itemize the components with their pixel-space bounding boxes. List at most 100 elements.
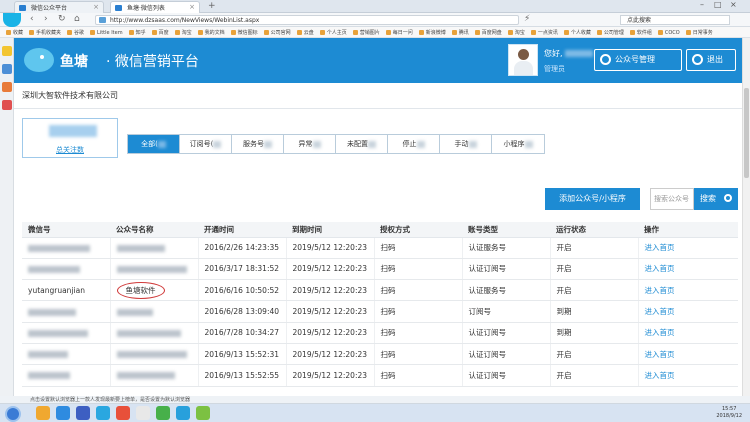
logout-button[interactable]: 退出 — [686, 49, 736, 71]
filter-tab-count — [468, 140, 477, 148]
cell-type: 认证订阅号 — [462, 322, 551, 344]
redacted-text — [28, 244, 90, 252]
redacted-text — [28, 265, 80, 273]
address-bar[interactable]: http://www.dzsaas.com/NewViews/WebinList… — [95, 15, 519, 25]
browser-tab-bar: 微信公众平台 × 鱼塘·微信列表 × + – □ × — [0, 0, 750, 13]
bookmark-item[interactable]: 营销图片 — [353, 28, 380, 37]
enter-home-link[interactable]: 进入首页 — [645, 350, 675, 359]
bookmark-item[interactable]: 个人主页 — [320, 28, 347, 37]
filter-tab-count — [213, 140, 222, 148]
app-icon[interactable] — [56, 406, 70, 420]
app-icon[interactable] — [76, 406, 90, 420]
app-icon[interactable] — [196, 406, 210, 420]
bookmark-item[interactable]: 日常事务 — [686, 28, 713, 37]
cell-open: 2016/6/28 13:09:40 — [198, 300, 287, 323]
bookmark-item[interactable]: 云盘 — [297, 28, 314, 37]
mail-icon[interactable] — [2, 82, 12, 92]
refresh-icon[interactable]: ↻ — [58, 14, 66, 24]
explorer-icon[interactable] — [36, 406, 50, 420]
search-input[interactable]: 搜索公众号 — [650, 188, 694, 210]
bookmark-item[interactable]: 收藏 — [6, 28, 23, 37]
enter-home-link[interactable]: 进入首页 — [645, 286, 675, 295]
cell-auth: 扫码 — [374, 343, 463, 366]
column-header: 授权方式 — [374, 222, 462, 238]
bookmark-item[interactable]: 手机收藏夹 — [29, 28, 61, 37]
start-button[interactable] — [5, 406, 21, 422]
avatar[interactable] — [508, 44, 538, 76]
filter-tab-3[interactable]: 异常 — [284, 135, 336, 153]
browser-tab-2[interactable]: 鱼塘·微信列表 × — [110, 1, 200, 13]
favorites-icon[interactable] — [2, 46, 12, 56]
forward-icon[interactable]: › — [44, 14, 48, 24]
new-tab-button[interactable]: + — [208, 1, 216, 11]
page-scrollbar[interactable] — [742, 38, 750, 396]
cell-type: 认证订阅号 — [462, 343, 551, 366]
enter-home-link[interactable]: 进入首页 — [645, 243, 675, 252]
bookmark-item[interactable]: 百度网盘 — [475, 28, 502, 37]
filter-tab-count — [157, 140, 166, 148]
enter-home-link[interactable]: 进入首页 — [645, 371, 675, 380]
home-icon[interactable]: ⌂ — [74, 14, 80, 24]
total-followers-card[interactable]: 总关注数 — [22, 118, 118, 158]
bookmark-item[interactable]: 我的文档 — [198, 28, 225, 37]
notes-icon[interactable] — [2, 64, 12, 74]
filter-tab-1[interactable]: 订阅号( — [180, 135, 232, 153]
app-icon[interactable] — [176, 406, 190, 420]
app-icon[interactable] — [116, 406, 130, 420]
video-icon[interactable] — [2, 100, 12, 110]
filter-tab-label: 全部( — [141, 140, 158, 148]
browser-search-box[interactable]: 点此搜索 — [620, 15, 730, 25]
filter-tab-7[interactable]: 小程序 — [492, 135, 544, 153]
bookmark-item[interactable]: 谷歌 — [67, 28, 84, 37]
bookmark-item[interactable]: 软件组 — [630, 28, 652, 37]
search-button[interactable]: 搜索 — [694, 188, 738, 210]
redacted-text — [116, 308, 153, 316]
bookmark-item[interactable]: 微信图标 — [231, 28, 258, 37]
wechat-icon[interactable] — [156, 406, 170, 420]
enter-home-link[interactable]: 进入首页 — [645, 328, 675, 337]
bookmark-item[interactable]: 个人收藏 — [564, 28, 591, 37]
clock[interactable]: 15:57 2018/9/12 — [716, 406, 742, 420]
close-window-icon[interactable]: × — [730, 0, 737, 9]
filter-tab-0[interactable]: 全部( — [128, 135, 180, 153]
maximize-icon[interactable]: □ — [714, 0, 722, 9]
bookmark-item[interactable]: 公司官网 — [264, 28, 291, 37]
bookmark-item[interactable]: 知乎 — [129, 28, 146, 37]
filter-tab-4[interactable]: 未配置 — [336, 135, 388, 153]
bookmark-item[interactable]: 淘宝 — [175, 28, 192, 37]
lightning-icon[interactable]: ⚡ — [524, 14, 530, 24]
close-tab-icon[interactable]: × — [189, 3, 195, 11]
cell-auth: 扫码 — [374, 322, 463, 344]
app-icon[interactable] — [136, 406, 150, 420]
cell-wx — [22, 343, 111, 366]
table-row: 2016/7/28 10:34:27 2019/5/12 12:20:23 扫码 认证… — [22, 322, 738, 344]
manage-accounts-button[interactable]: 公众号管理 — [594, 49, 682, 71]
bookmark-item[interactable]: 腾讯 — [452, 28, 469, 37]
scrollbar-thumb[interactable] — [744, 88, 749, 178]
filter-tab-5[interactable]: 停止 — [388, 135, 440, 153]
bookmark-item[interactable]: 每日一问 — [386, 28, 413, 37]
bookmark-item[interactable]: 新浪微博 — [419, 28, 446, 37]
cell-op: 进入首页 — [638, 279, 738, 302]
bookmark-item[interactable]: COCO — [658, 28, 680, 37]
bookmark-item[interactable]: 百度 — [152, 28, 169, 37]
minimize-icon[interactable]: – — [700, 0, 704, 9]
cell-open: 2016/2/26 14:23:35 — [198, 237, 287, 259]
bookmark-item[interactable]: 一点资讯 — [531, 28, 558, 37]
filter-tab-count — [312, 140, 321, 148]
cell-open: 2016/9/13 15:52:55 — [198, 364, 287, 387]
bookmark-item[interactable]: 公司管理 — [597, 28, 624, 37]
close-tab-icon[interactable]: × — [93, 3, 99, 11]
filter-tab-2[interactable]: 服务号 — [232, 135, 284, 153]
browser-tab-1[interactable]: 微信公众平台 × — [14, 1, 104, 13]
filter-tab-6[interactable]: 手动 — [440, 135, 492, 153]
total-followers-label[interactable]: 总关注数 — [23, 145, 117, 155]
bookmark-item[interactable]: 淘宝 — [508, 28, 525, 37]
enter-home-link[interactable]: 进入首页 — [645, 307, 675, 316]
bookmark-item[interactable]: Little Item — [90, 28, 123, 37]
add-account-button[interactable]: 添加公众号/小程序 — [545, 188, 640, 210]
filter-tab-label: 停止 — [402, 140, 417, 148]
browser-icon[interactable] — [96, 406, 110, 420]
back-icon[interactable]: ‹ — [30, 14, 34, 24]
enter-home-link[interactable]: 进入首页 — [645, 264, 675, 273]
